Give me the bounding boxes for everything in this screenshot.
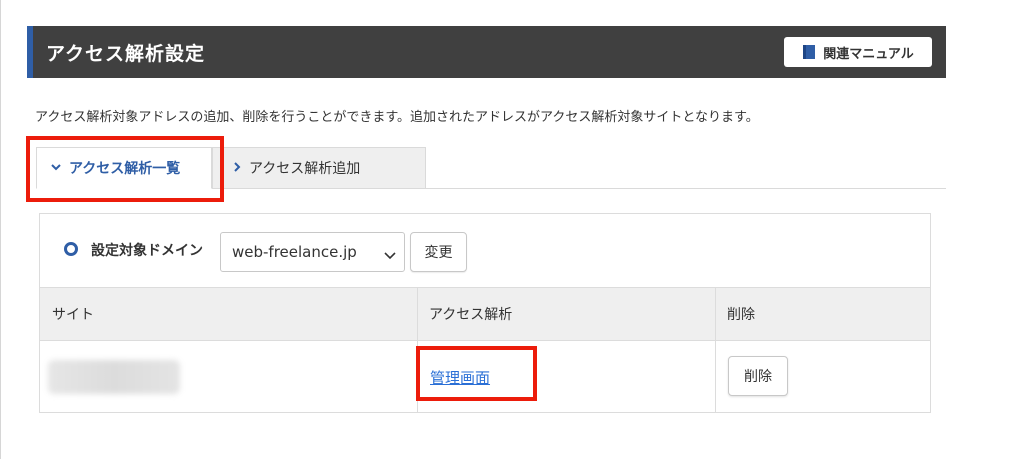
delete-button[interactable]: 削除 [728, 356, 788, 396]
column-header-site: サイト [52, 307, 94, 323]
book-icon [802, 44, 816, 60]
tab-bar: アクセス解析一覧 アクセス解析追加 [36, 147, 946, 189]
page-title: アクセス解析設定 [46, 43, 206, 65]
related-manual-label: 関連マニュアル [823, 46, 914, 62]
domain-select-value: web-freelance.jp [232, 243, 357, 261]
column-header-analysis: アクセス解析 [429, 307, 513, 323]
chevron-down-icon [51, 163, 61, 174]
change-button[interactable]: 変更 [410, 232, 467, 272]
tab-label: アクセス解析追加 [249, 161, 361, 177]
domain-label: 設定対象ドメイン [91, 243, 203, 259]
blurred-site-name [48, 360, 180, 394]
ring-icon [64, 242, 78, 256]
page-left-border [0, 0, 1, 459]
column-header-delete: 削除 [727, 307, 755, 323]
page-description: アクセス解析対象アドレスの追加、削除を行うことができます。追加されたアドレスがア… [35, 110, 759, 125]
related-manual-button[interactable]: 関連マニュアル [784, 37, 932, 67]
domain-selector-row: 設定対象ドメイン web-freelance.jp 変更 [40, 214, 930, 287]
domain-select[interactable]: web-freelance.jp [220, 232, 405, 272]
table-header: サイト アクセス解析 削除 [40, 287, 930, 341]
management-screen-link[interactable]: 管理画面 [430, 367, 490, 388]
header-accent-bar [27, 26, 33, 78]
tab-label: アクセス解析一覧 [69, 161, 181, 177]
chevron-down-icon [384, 246, 396, 264]
table-row: 管理画面 削除 [40, 341, 930, 413]
tab-access-analysis-list[interactable]: アクセス解析一覧 [36, 147, 212, 189]
tab-access-analysis-add[interactable]: アクセス解析追加 [212, 147, 426, 189]
access-analysis-panel: 設定対象ドメイン web-freelance.jp 変更 サイト アクセス解析 … [39, 213, 931, 413]
chevron-right-icon [233, 161, 241, 175]
page-header: アクセス解析設定 関連マニュアル [27, 26, 946, 78]
